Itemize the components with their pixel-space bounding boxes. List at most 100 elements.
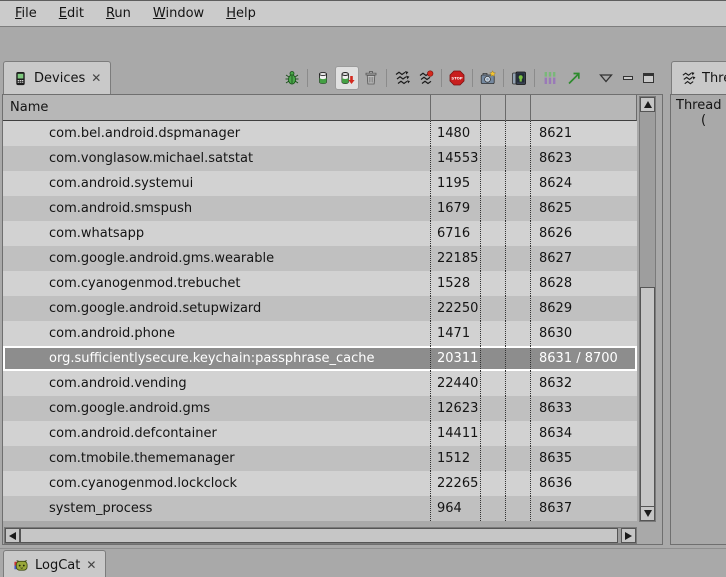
- main-toolbar-area: [0, 28, 726, 58]
- stop-process-button[interactable]: STOP: [445, 66, 469, 90]
- cell-process-name: org.sufficientlysecure.keychain:passphra…: [3, 346, 430, 371]
- column-divider[interactable]: [480, 95, 481, 121]
- tab-logcat-label: LogCat: [35, 558, 80, 573]
- cell-pid: 12623: [430, 396, 480, 421]
- minimize-icon: [623, 76, 633, 80]
- cell-pid: 22250: [430, 296, 480, 321]
- toolbar-separator: [386, 69, 387, 87]
- cell-process-name: com.android.smspush: [3, 196, 430, 221]
- cell-heap-status: [480, 446, 505, 471]
- tab-devices[interactable]: Devices ✕: [3, 61, 111, 94]
- screen-record-button[interactable]: [507, 66, 531, 90]
- cell-port: 8628: [530, 271, 637, 296]
- table-row[interactable]: com.android.vending 22440 8632: [3, 371, 637, 396]
- logcat-icon: [13, 558, 29, 573]
- column-divider[interactable]: [430, 95, 431, 121]
- cell-process-name: com.bel.android.dspmanager: [3, 121, 430, 146]
- table-row[interactable]: com.bel.android.dspmanager 1480 8621: [3, 121, 637, 146]
- view-menu-chevron-icon: [599, 73, 613, 83]
- debug-process-button[interactable]: [280, 66, 304, 90]
- scroll-down-button[interactable]: [640, 506, 655, 521]
- horizontal-scrollbar[interactable]: [4, 527, 637, 544]
- menu-item[interactable]: Run: [95, 1, 142, 26]
- table-row[interactable]: com.android.systemui 1195 8624: [3, 171, 637, 196]
- cell-heap-status: [480, 221, 505, 246]
- cell-thread-status: [505, 296, 530, 321]
- arrow-up-icon: [644, 101, 652, 108]
- cell-port: 8627: [530, 246, 637, 271]
- start-opengl-trace-button[interactable]: [562, 66, 586, 90]
- toolbar-separator: [307, 69, 308, 87]
- view-menu-button[interactable]: [594, 66, 618, 90]
- cell-pid: 22185: [430, 246, 480, 271]
- cell-heap-status: [480, 496, 505, 521]
- cell-thread-status: [505, 271, 530, 296]
- threads-panel: Thread up (: [670, 94, 726, 545]
- menu-item[interactable]: Edit: [48, 1, 95, 26]
- cell-heap-status: [480, 196, 505, 221]
- menu-item[interactable]: File: [4, 1, 48, 26]
- minimize-button[interactable]: [618, 68, 638, 88]
- table-row[interactable]: com.cyanogenmod.trebuchet 1528 8628: [3, 271, 637, 296]
- capture-systrace-button[interactable]: [538, 66, 562, 90]
- cell-process-name: com.cyanogenmod.lockclock: [3, 471, 430, 496]
- horizontal-scrollbar-thumb[interactable]: [20, 528, 618, 543]
- cell-heap-status: [480, 246, 505, 271]
- table-row[interactable]: com.android.phone 1471 8630: [3, 321, 637, 346]
- tab-devices-label: Devices: [34, 71, 85, 86]
- scroll-left-button[interactable]: [5, 528, 20, 543]
- table-row[interactable]: com.android.defcontainer 14411 8634: [3, 421, 637, 446]
- scroll-up-button[interactable]: [640, 97, 655, 112]
- table-row[interactable]: org.sufficientlysecure.keychain:passphra…: [3, 346, 637, 371]
- cell-process-name: com.android.phone: [3, 321, 430, 346]
- cell-heap-status: [480, 471, 505, 496]
- tab-threads[interactable]: Threa: [671, 61, 726, 94]
- cell-pid: 1471: [430, 321, 480, 346]
- cell-port: 8626: [530, 221, 637, 246]
- screen-capture-button[interactable]: [476, 66, 500, 90]
- table-row[interactable]: com.whatsapp 6716 8626: [3, 221, 637, 246]
- cell-pid: 22440: [430, 371, 480, 396]
- table-row[interactable]: com.tmobile.thememanager 1512 8635: [3, 446, 637, 471]
- table-row[interactable]: com.cyanogenmod.lockclock 22265 8636: [3, 471, 637, 496]
- vertical-scrollbar[interactable]: [639, 96, 656, 522]
- close-icon[interactable]: ✕: [91, 72, 101, 84]
- column-divider[interactable]: [505, 95, 506, 121]
- column-divider[interactable]: [530, 95, 531, 121]
- cell-heap-status: [480, 321, 505, 346]
- table-row[interactable]: com.android.smspush 1679 8625: [3, 196, 637, 221]
- systrace-bars-icon: [542, 70, 558, 86]
- table-header[interactable]: Name: [3, 95, 637, 121]
- toolbar-separator: [472, 69, 473, 87]
- maximize-button[interactable]: [638, 68, 658, 88]
- logcat-view: LogCat ✕: [0, 548, 726, 577]
- cause-gc-button[interactable]: [359, 66, 383, 90]
- cell-thread-status: [505, 321, 530, 346]
- close-icon[interactable]: ✕: [86, 559, 96, 571]
- dump-hprof-button[interactable]: [335, 66, 359, 90]
- start-method-profiling-button[interactable]: [414, 66, 438, 90]
- menu-item[interactable]: Window: [142, 1, 215, 26]
- threads-message-line1: Thread up: [676, 98, 726, 113]
- table-row[interactable]: system_process 964 8637: [3, 496, 637, 521]
- debug-bug-icon: [284, 70, 300, 86]
- table-row[interactable]: com.google.android.setupwizard 22250 862…: [3, 296, 637, 321]
- update-heap-button[interactable]: [311, 66, 335, 90]
- cell-pid: 14411: [430, 421, 480, 446]
- arrow-left-icon: [9, 532, 16, 540]
- cell-pid: 20311: [430, 346, 480, 371]
- table-row[interactable]: com.google.android.gms 12623 8633: [3, 396, 637, 421]
- devices-toolbar: STOP: [280, 65, 658, 91]
- column-header-name[interactable]: Name: [3, 100, 48, 115]
- cell-process-name: com.android.defcontainer: [3, 421, 430, 446]
- menu-item[interactable]: Help: [215, 1, 267, 26]
- vertical-scrollbar-thumb[interactable]: [640, 287, 655, 507]
- scroll-right-button[interactable]: [621, 528, 636, 543]
- cell-process-name: com.whatsapp: [3, 221, 430, 246]
- table-row[interactable]: com.vonglasow.michael.satstat 14553 8623: [3, 146, 637, 171]
- update-threads-button[interactable]: [390, 66, 414, 90]
- maximize-icon: [643, 73, 654, 83]
- tab-logcat[interactable]: LogCat ✕: [3, 550, 106, 577]
- table-row[interactable]: com.google.android.gms.wearable 22185 86…: [3, 246, 637, 271]
- cell-heap-status: [480, 346, 505, 371]
